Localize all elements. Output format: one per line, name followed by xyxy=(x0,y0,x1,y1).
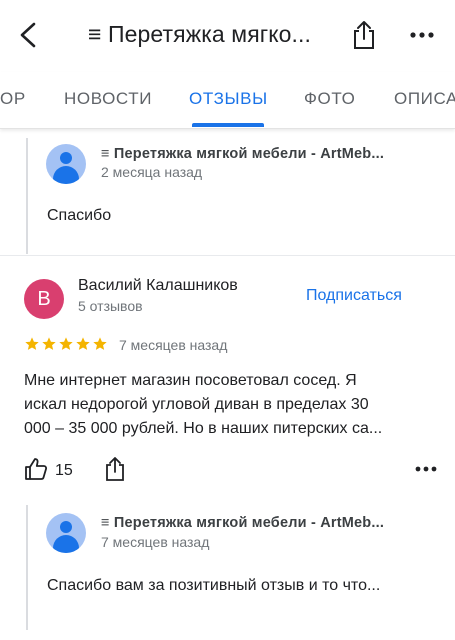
review-text-line: 000 – 35 000 рублей. Но в наших питерски… xyxy=(24,420,383,437)
share-icon[interactable] xyxy=(104,456,126,482)
review-text[interactable]: Мне интернет магазин посоветовал сосед. … xyxy=(24,369,434,441)
owner-avatar xyxy=(46,513,86,553)
reply-indent-line xyxy=(26,505,28,630)
chevron-left-icon[interactable] xyxy=(14,20,42,50)
tab-description[interactable]: ОПИСА xyxy=(394,89,455,109)
review-date: 7 месяцев назад xyxy=(119,337,228,353)
reviewer-review-count: 5 отзывов xyxy=(78,298,143,314)
star-icon xyxy=(25,337,39,350)
star-icon xyxy=(42,337,56,350)
rating-stars xyxy=(24,336,108,354)
tab-photos[interactable]: ФОТО xyxy=(304,89,355,109)
reply-indent-line xyxy=(26,138,28,254)
tab-news[interactable]: НОВОСТИ xyxy=(64,89,152,109)
more-horizontal-icon[interactable] xyxy=(414,462,438,476)
share-icon[interactable] xyxy=(350,20,378,50)
tab-reviews[interactable]: ОТЗЫВЫ xyxy=(189,89,268,109)
owner-avatar xyxy=(46,144,86,184)
owner-name[interactable]: ≡ Перетяжка мягкой мебели - ArtMeb... xyxy=(101,146,384,162)
avatar[interactable]: В xyxy=(24,279,64,319)
owner-name[interactable]: ≡ Перетяжка мягкой мебели - ArtMeb... xyxy=(101,515,384,531)
star-icon xyxy=(93,337,107,350)
reply-text[interactable]: Спасибо вам за позитивный отзыв и то что… xyxy=(47,577,380,595)
tab-overview[interactable]: ОР xyxy=(0,89,26,109)
like-count: 15 xyxy=(55,462,73,479)
review-text-line: искал недорогой угловой диван в пределах… xyxy=(24,396,369,413)
top-bar: ≡ Перетяжка мягко... xyxy=(0,0,455,72)
thumbs-up-icon[interactable] xyxy=(24,457,48,481)
reviewer-name[interactable]: Василий Калашников xyxy=(78,277,238,295)
reply-date: 2 месяца назад xyxy=(101,164,203,180)
reply-date: 7 месяцев назад xyxy=(101,534,210,550)
reply-text: Спасибо xyxy=(47,207,112,224)
subscribe-button[interactable]: Подписаться xyxy=(306,287,402,305)
more-horizontal-icon[interactable] xyxy=(409,25,435,45)
star-icon xyxy=(59,337,73,350)
active-tab-indicator xyxy=(192,123,264,127)
tab-bar: ОР НОВОСТИ ОТЗЫВЫ ФОТО ОПИСА xyxy=(0,72,455,129)
divider xyxy=(0,255,455,256)
star-icon xyxy=(76,337,90,350)
review-text-line: Мне интернет магазин посоветовал сосед. … xyxy=(24,372,357,389)
page-title: ≡ Перетяжка мягко... xyxy=(88,21,312,47)
